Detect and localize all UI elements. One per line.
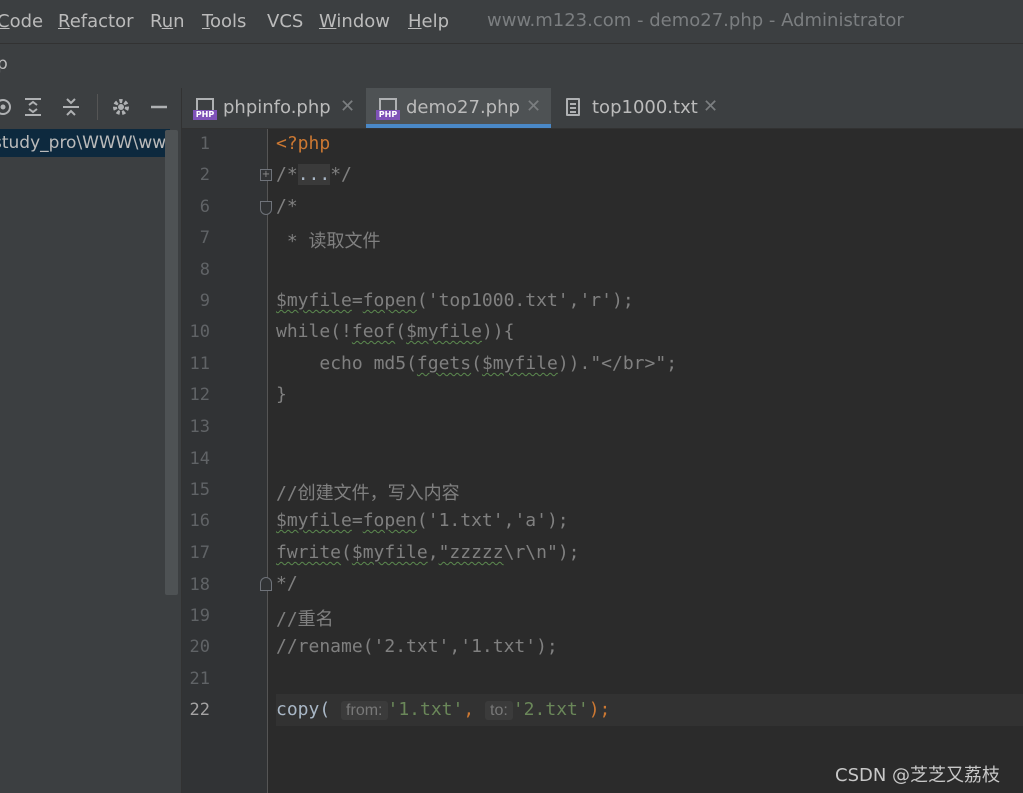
- line-number: 7: [199, 228, 210, 248]
- line-number: 11: [189, 354, 210, 374]
- param-hint-to: to:: [485, 701, 513, 720]
- watermark: CSDN @芝芝又荔枝: [835, 765, 1001, 786]
- code-line-22[interactable]: copy( from: '1.txt', to: '2.txt');: [276, 699, 610, 720]
- project-pane: study_pro\WWW\www: [0, 88, 182, 793]
- code-line-18[interactable]: */: [276, 573, 298, 594]
- line-number: 6: [199, 197, 210, 217]
- code-line-2[interactable]: /*...*/: [276, 164, 352, 185]
- menu-vcs[interactable]: VCS: [267, 11, 303, 32]
- fold-collapse-icon[interactable]: [260, 201, 272, 215]
- code-line-15[interactable]: //创建文件，写入内容: [276, 479, 460, 505]
- code-line-9[interactable]: $myfile=fopen('top1000.txt','r');: [276, 290, 634, 311]
- project-tree-item-selected[interactable]: study_pro\WWW\www: [0, 129, 170, 157]
- gutter-divider: [267, 129, 268, 793]
- code-line-17[interactable]: fwrite($myfile,"zzzzz\r\n");: [276, 542, 580, 563]
- code-line-6[interactable]: /*: [276, 196, 298, 217]
- menu-tools[interactable]: Tools: [202, 11, 246, 32]
- hide-icon[interactable]: [148, 96, 170, 118]
- close-icon[interactable]: ✕: [526, 96, 541, 117]
- menu-refactor[interactable]: Refactor: [58, 11, 134, 32]
- code-line-12[interactable]: }: [276, 384, 287, 405]
- line-number: 13: [189, 417, 210, 437]
- gear-icon[interactable]: [110, 96, 132, 118]
- code-line-20[interactable]: //rename('2.txt','1.txt');: [276, 636, 558, 657]
- line-number: 15: [189, 480, 210, 500]
- tab-phpinfo[interactable]: PHP phpinfo.php ✕: [182, 88, 365, 128]
- line-number: 14: [189, 449, 210, 469]
- code-line-11[interactable]: echo md5(fgets($myfile))."</br>";: [276, 353, 677, 374]
- php-file-icon: PHP: [193, 98, 217, 120]
- line-number: 8: [199, 260, 210, 280]
- project-name-fragment[interactable]: p: [0, 54, 8, 74]
- window-title: www.m123.com - demo27.php - Administrato…: [487, 10, 904, 31]
- folded-region: ...: [297, 164, 331, 185]
- line-number: 16: [189, 511, 210, 531]
- code-line-10[interactable]: while(!feof($myfile)){: [276, 321, 514, 342]
- line-number: 10: [189, 322, 210, 342]
- close-icon[interactable]: ✕: [703, 96, 718, 117]
- line-number: 2: [199, 165, 210, 185]
- param-hint-from: from:: [341, 701, 388, 720]
- close-icon[interactable]: ✕: [340, 96, 355, 117]
- line-number-current: 22: [189, 700, 210, 720]
- locate-icon[interactable]: [0, 96, 14, 118]
- tab-demo27[interactable]: PHP demo27.php ✕: [366, 88, 551, 128]
- expand-all-icon[interactable]: [22, 96, 44, 118]
- line-number: 21: [189, 669, 210, 689]
- code-line-7[interactable]: * 读取文件: [276, 227, 381, 253]
- project-toolbar: [0, 88, 181, 128]
- tab-label: top1000.txt: [592, 97, 698, 118]
- tab-top1000[interactable]: top1000.txt ✕: [552, 88, 727, 128]
- navigation-bar: p: [0, 43, 1023, 89]
- line-number: 9: [199, 291, 210, 311]
- project-scrollbar[interactable]: [165, 130, 178, 595]
- php-file-icon: PHP: [376, 98, 400, 120]
- menu-bar: Code Refactor Run Tools VCS Window Help …: [0, 0, 1023, 43]
- text-file-icon: [566, 98, 580, 116]
- collapse-all-icon[interactable]: [60, 96, 82, 118]
- editor-tab-bar: PHP phpinfo.php ✕ PHP demo27.php ✕ top10…: [182, 88, 1023, 129]
- code-line-1[interactable]: <?php: [276, 133, 330, 154]
- menu-help[interactable]: Help: [408, 11, 449, 32]
- code-line-19[interactable]: //重名: [276, 605, 334, 631]
- line-number: 12: [189, 385, 210, 405]
- tab-label: phpinfo.php: [223, 97, 331, 118]
- menu-run[interactable]: Run: [150, 11, 185, 32]
- tab-label: demo27.php: [406, 97, 520, 118]
- line-number: 1: [199, 134, 210, 154]
- line-number: 19: [189, 606, 210, 626]
- fold-expand-icon[interactable]: +: [260, 169, 272, 181]
- line-number: 17: [189, 543, 210, 563]
- line-number: 18: [189, 575, 210, 595]
- line-number: 20: [189, 637, 210, 657]
- code-line-16[interactable]: $myfile=fopen('1.txt','a');: [276, 510, 569, 531]
- menu-window[interactable]: Window: [319, 11, 390, 32]
- fold-end-icon[interactable]: [260, 577, 272, 591]
- toolbar-separator: [97, 94, 98, 120]
- menu-code[interactable]: Code: [0, 11, 43, 32]
